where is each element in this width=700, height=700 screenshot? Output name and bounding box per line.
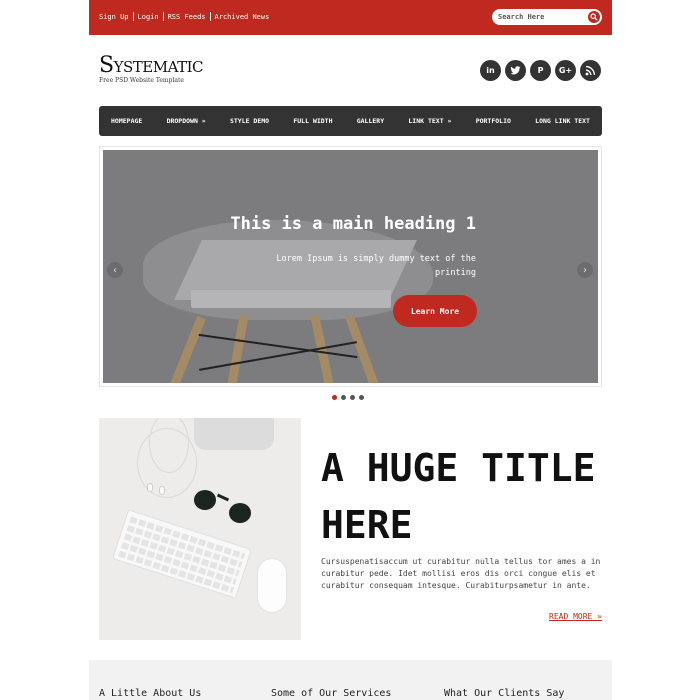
signup-link[interactable]: Sign Up	[99, 13, 129, 21]
slider-dot[interactable]	[350, 395, 355, 400]
earbud-shape	[159, 486, 165, 495]
nav-item-portfolio[interactable]: PORTFOLIO	[476, 117, 511, 125]
chair-leg	[345, 315, 380, 383]
sunglasses-bridge	[216, 493, 230, 502]
nav-item-full-width[interactable]: FULL WIDTH	[293, 117, 332, 125]
slider-next-button[interactable]: ›	[577, 262, 593, 278]
keyboard-shape	[112, 509, 252, 599]
slide-subtext: Lorem Ipsum is simply dummy text of the …	[276, 254, 476, 278]
linkedin-icon[interactable]: in	[480, 60, 501, 81]
archived-news-link[interactable]: Archived News	[215, 13, 270, 21]
google-plus-label: G+	[558, 66, 573, 75]
site-tagline: Free PSD Website Template	[99, 77, 184, 84]
twitter-bird-glyph	[510, 66, 521, 75]
top-bar: Sign Up Login RSS Feeds Archived News	[89, 0, 612, 35]
google-plus-icon[interactable]: G+	[555, 60, 576, 81]
feature-image	[99, 418, 301, 640]
pinterest-label: P	[537, 66, 544, 75]
main-nav: HOMEPAGE DROPDOWN » STYLE DEMO FULL WIDT…	[99, 106, 602, 136]
feature-text: Cursuspenatisaccum ut curabitur nulla te…	[321, 557, 601, 590]
rss-icon[interactable]	[580, 60, 601, 81]
link-divider	[162, 12, 164, 21]
feature-title: A HUGE TITLE HERE	[321, 446, 596, 547]
slide-heading: This is a main heading 1	[230, 214, 476, 234]
slide-image: This is a main heading 1 Lorem Ipsum is …	[103, 150, 598, 383]
chevron-right-icon: ›	[583, 264, 587, 276]
page: Sign Up Login RSS Feeds Archived News Sy…	[89, 0, 612, 700]
chevron-left-icon: ‹	[113, 264, 117, 276]
hero-slider: This is a main heading 1 Lorem Ipsum is …	[99, 146, 602, 387]
nav-item-dropdown[interactable]: DROPDOWN »	[167, 117, 206, 125]
nav-item-gallery[interactable]: GALLERY	[357, 117, 384, 125]
slider-dot[interactable]	[341, 395, 346, 400]
twitter-icon[interactable]	[505, 60, 526, 81]
top-links: Sign Up Login RSS Feeds Archived News	[99, 12, 269, 21]
rss-feeds-link[interactable]: RSS Feeds	[168, 13, 206, 21]
footer: A Little About Us Some of Our Services W…	[89, 660, 612, 700]
earbud-shape	[147, 483, 153, 492]
chair-leg	[226, 314, 249, 383]
footer-heading-about: A Little About Us	[99, 688, 202, 699]
login-link[interactable]: Login	[138, 13, 159, 21]
slider-dots	[332, 395, 364, 400]
monitor-shape	[194, 418, 274, 450]
slider-dot[interactable]	[332, 395, 337, 400]
search-button[interactable]	[588, 11, 600, 23]
sunglasses-lens	[229, 503, 251, 523]
linkedin-label: in	[486, 66, 495, 75]
social-icons: in P G+	[480, 60, 601, 81]
nav-item-link-text[interactable]: LINK TEXT »	[408, 117, 451, 125]
laptop-base-shape	[191, 290, 391, 308]
learn-more-button[interactable]: Learn More	[393, 295, 477, 327]
slider-prev-button[interactable]: ‹	[107, 262, 123, 278]
link-divider	[132, 12, 134, 21]
search-box	[492, 9, 602, 25]
site-logo[interactable]: Systematic	[99, 53, 203, 78]
slider-dot[interactable]	[359, 395, 364, 400]
read-more-link[interactable]: READ MORE »	[549, 612, 602, 621]
sunglasses-lens	[194, 490, 216, 510]
pinterest-icon[interactable]: P	[530, 60, 551, 81]
link-divider	[209, 12, 211, 21]
footer-heading-services: Some of Our Services	[271, 688, 392, 699]
nav-item-homepage[interactable]: HOMEPAGE	[111, 117, 142, 125]
mouse-shape	[257, 558, 287, 613]
rss-glyph	[585, 65, 596, 76]
nav-item-long-link-text[interactable]: LONG LINK TEXT	[535, 117, 590, 125]
search-input[interactable]	[498, 11, 580, 23]
chair-leg	[169, 316, 206, 383]
footer-heading-clients: What Our Clients Say	[444, 688, 565, 699]
nav-item-style-demo[interactable]: STYLE DEMO	[230, 117, 269, 125]
search-icon	[590, 13, 598, 21]
